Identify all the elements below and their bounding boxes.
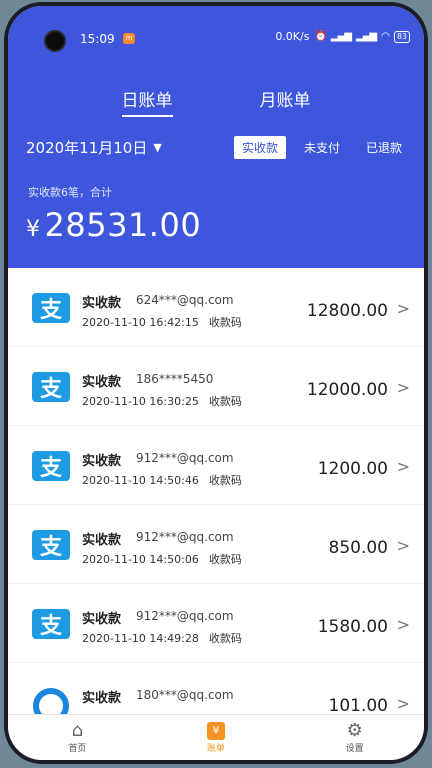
total-amount: ¥28531.00: [26, 206, 201, 244]
chevron-right-icon: >: [396, 378, 410, 397]
network-speed: 0.0K/s: [275, 30, 310, 43]
transaction-amount: 1580.00: [317, 617, 388, 637]
signal-icon-2: ▂▄▆: [356, 31, 377, 42]
transaction-meta: 2020-11-10 14:50:06 收款码: [82, 551, 252, 567]
filter-refunded[interactable]: 已退款: [358, 136, 410, 159]
home-icon: ⌂: [71, 720, 84, 741]
transaction-account: 186****5450: [136, 372, 214, 386]
bill-icon: ¥: [206, 722, 225, 740]
gear-icon: ⚙: [346, 720, 363, 741]
transaction-amount: 12800.00: [306, 301, 388, 321]
status-time: 15:09: [80, 32, 115, 46]
nav-bill[interactable]: ¥ 账单: [176, 715, 256, 760]
transaction-amount: 1200.00: [317, 459, 388, 479]
transaction-list: 支 实收款 624***@qq.com 2020-11-10 16:42:15 收…: [8, 268, 424, 716]
nav-home-label: 首页: [68, 744, 87, 754]
transaction-time: 2020-11-10 14:50:46: [82, 474, 199, 487]
tab-monthly-bill[interactable]: 月账单: [260, 86, 311, 117]
chevron-right-icon: >: [396, 457, 410, 476]
status-bar: 15:09 m 0.0K/s ⏰ ▂▄▆ ▂▄▆ ◠ 83: [8, 6, 424, 52]
chevron-right-icon: >: [396, 536, 410, 555]
date-picker[interactable]: 2020年11月10日 ▼: [26, 137, 162, 158]
nav-bill-label: 账单: [206, 744, 225, 754]
battery-icon: 83: [393, 30, 410, 43]
nav-home[interactable]: ⌂ 首页: [37, 715, 117, 760]
chevron-right-icon: >: [396, 694, 410, 713]
bottom-nav: ⌂ 首页 ¥ 账单 ⚙ 设置: [8, 714, 424, 760]
nav-settings[interactable]: ⚙ 设置: [315, 715, 395, 760]
transaction-title: 实收款: [82, 454, 122, 469]
transaction-title: 实收款: [82, 375, 122, 390]
transaction-time: 2020-11-10 14:49:28: [82, 632, 199, 645]
filter-received[interactable]: 实收款: [233, 136, 286, 159]
front-camera-icon: [44, 30, 66, 52]
transaction-meta: 2020-11-10 16:42:15 收款码: [82, 314, 252, 330]
transaction-meta: 2020-11-10 14:50:46 收款码: [82, 472, 252, 488]
transaction-account: 912***@qq.com: [136, 530, 234, 544]
nav-settings-label: 设置: [345, 744, 364, 754]
filter-unpaid[interactable]: 未支付: [296, 136, 348, 159]
round-pay-icon: [33, 688, 69, 716]
transaction-method: 收款码: [208, 474, 242, 487]
alipay-icon: 支: [32, 451, 70, 481]
transaction-method: 收款码: [208, 395, 242, 408]
transaction-account: 912***@qq.com: [136, 451, 234, 465]
transaction-time: 2020-11-10 16:42:15: [82, 316, 199, 329]
list-item[interactable]: 支 实收款 912***@qq.com 2020-11-10 14:49:28 收…: [8, 584, 424, 663]
date-filter-row: 2020年11月10日 ▼ 实收款 未支付 已退款: [26, 136, 410, 159]
list-item[interactable]: 支 实收款 912***@qq.com 2020-11-10 14:50:46 收…: [8, 426, 424, 505]
date-label: 2020年11月10日: [26, 139, 148, 157]
transaction-meta: 2020-11-10 14:49:28 收款码: [82, 630, 252, 646]
alarm-icon: ⏰: [314, 31, 326, 42]
wifi-icon: ◠: [381, 31, 390, 42]
alipay-icon: 支: [32, 293, 70, 323]
alipay-icon: 支: [32, 372, 70, 402]
transaction-method: 收款码: [208, 316, 242, 329]
transaction-time: 2020-11-10 16:30:25: [82, 395, 199, 408]
tab-daily-bill[interactable]: 日账单: [121, 86, 173, 117]
transaction-account: 624***@qq.com: [136, 293, 234, 307]
transaction-title: 实收款: [82, 691, 122, 706]
status-right: 0.0K/s ⏰ ▂▄▆ ▂▄▆ ◠ 83: [275, 30, 410, 43]
bill-tabs: 日账单 月账单: [8, 86, 424, 117]
transaction-title: 实收款: [82, 533, 122, 548]
notification-icon: m: [123, 33, 135, 44]
transaction-amount: 101.00: [328, 696, 388, 716]
list-item[interactable]: 实收款 180***@qq.com 101.00 >: [8, 663, 424, 716]
currency-symbol: ¥: [26, 217, 41, 242]
header: 15:09 m 0.0K/s ⏰ ▂▄▆ ▂▄▆ ◠ 83 日账单 月账单 20…: [8, 6, 424, 268]
transaction-amount: 850.00: [328, 538, 388, 558]
summary-text: 实收款6笔，合计: [28, 186, 112, 199]
chevron-right-icon: >: [396, 299, 410, 318]
transaction-account: 180***@qq.com: [136, 688, 234, 702]
transaction-method: 收款码: [208, 553, 242, 566]
transaction-title: 实收款: [82, 296, 122, 311]
total-value: 28531.00: [44, 206, 202, 244]
caret-down-icon: ▼: [153, 141, 162, 154]
transaction-account: 912***@qq.com: [136, 609, 234, 623]
list-item[interactable]: 支 实收款 912***@qq.com 2020-11-10 14:50:06 收…: [8, 505, 424, 584]
transaction-amount: 12000.00: [306, 380, 388, 400]
screen: 15:09 m 0.0K/s ⏰ ▂▄▆ ▂▄▆ ◠ 83 日账单 月账单 20…: [8, 6, 424, 760]
signal-icon: ▂▄▆: [330, 31, 352, 42]
transaction-meta: 2020-11-10 16:30:25 收款码: [82, 393, 252, 409]
alipay-icon: 支: [32, 530, 70, 560]
transaction-time: 2020-11-10 14:50:06: [82, 553, 199, 566]
phone-frame: 15:09 m 0.0K/s ⏰ ▂▄▆ ▂▄▆ ◠ 83 日账单 月账单 20…: [4, 2, 428, 764]
list-item[interactable]: 支 实收款 186****5450 2020-11-10 16:30:25 收款码…: [8, 347, 424, 426]
status-filters: 实收款 未支付 已退款: [233, 136, 410, 159]
transaction-method: 收款码: [208, 632, 242, 645]
transaction-title: 实收款: [82, 612, 122, 627]
chevron-right-icon: >: [396, 615, 410, 634]
list-item[interactable]: 支 实收款 624***@qq.com 2020-11-10 16:42:15 收…: [8, 268, 424, 347]
alipay-icon: 支: [32, 609, 70, 639]
